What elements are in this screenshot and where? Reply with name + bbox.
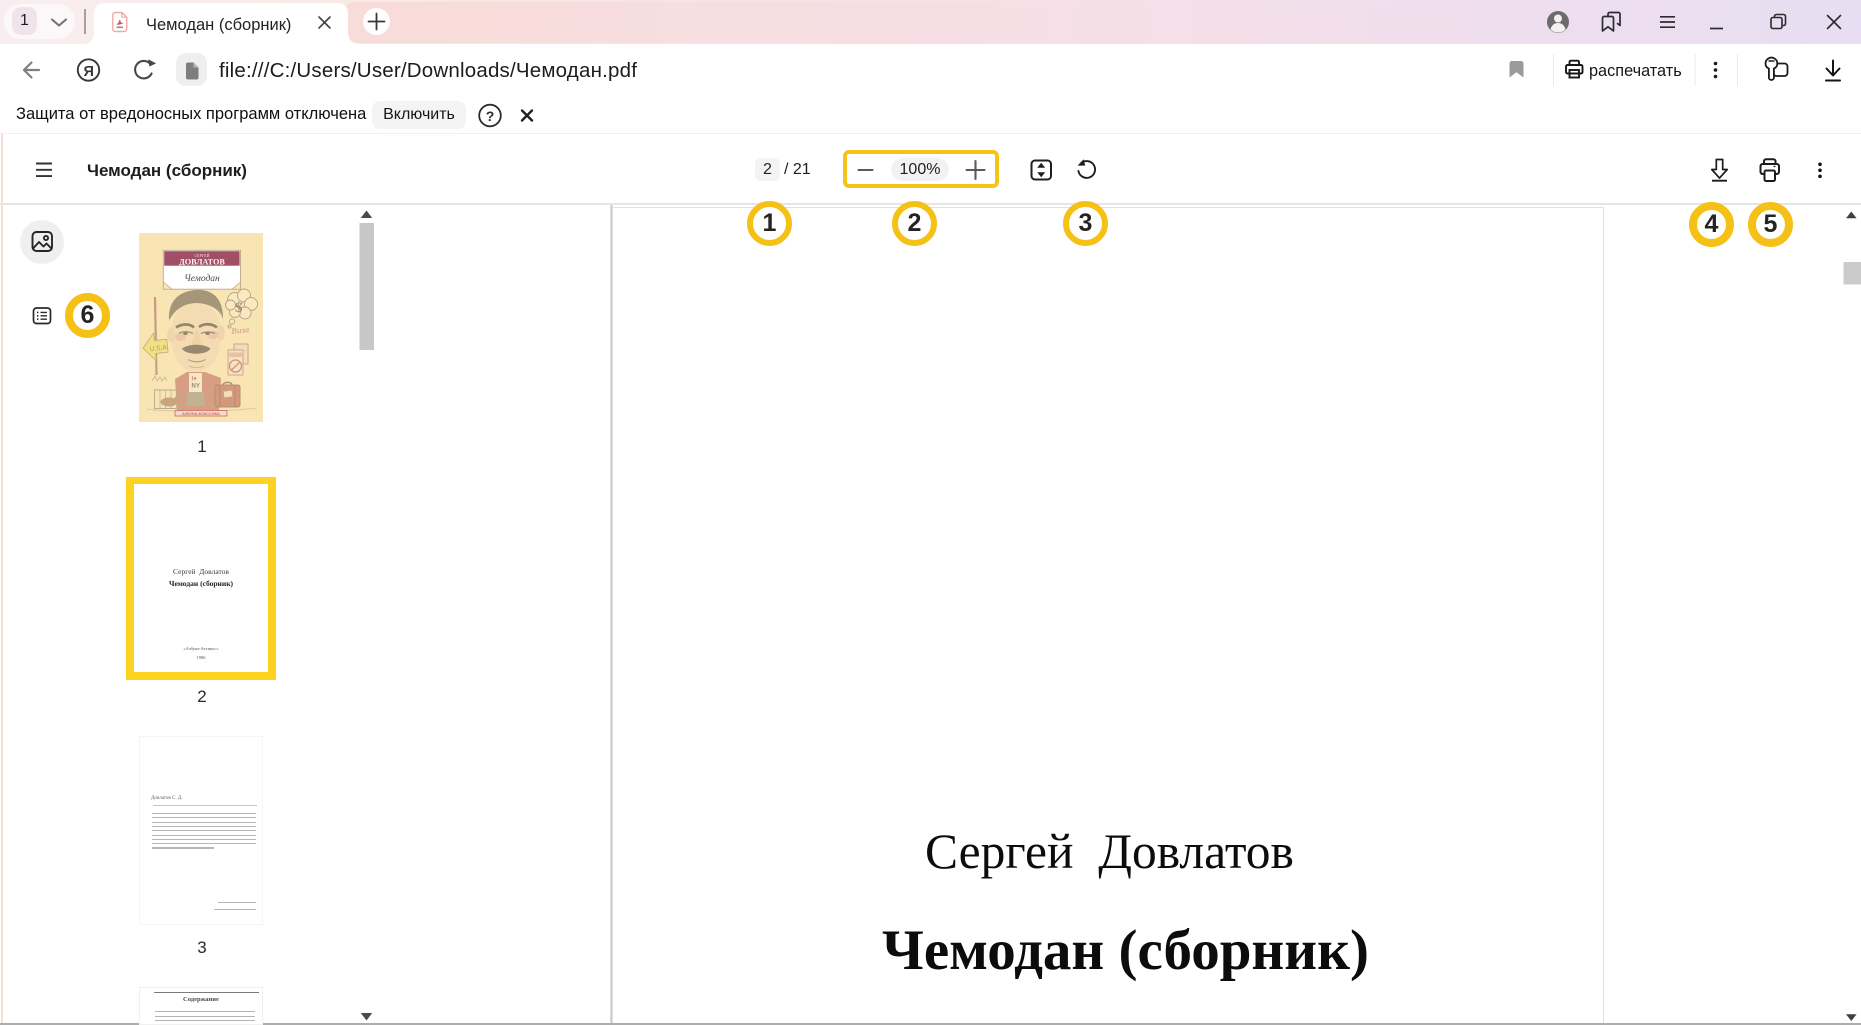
svg-text:?: ? bbox=[486, 108, 495, 124]
svg-text:Я: Я bbox=[83, 64, 93, 80]
